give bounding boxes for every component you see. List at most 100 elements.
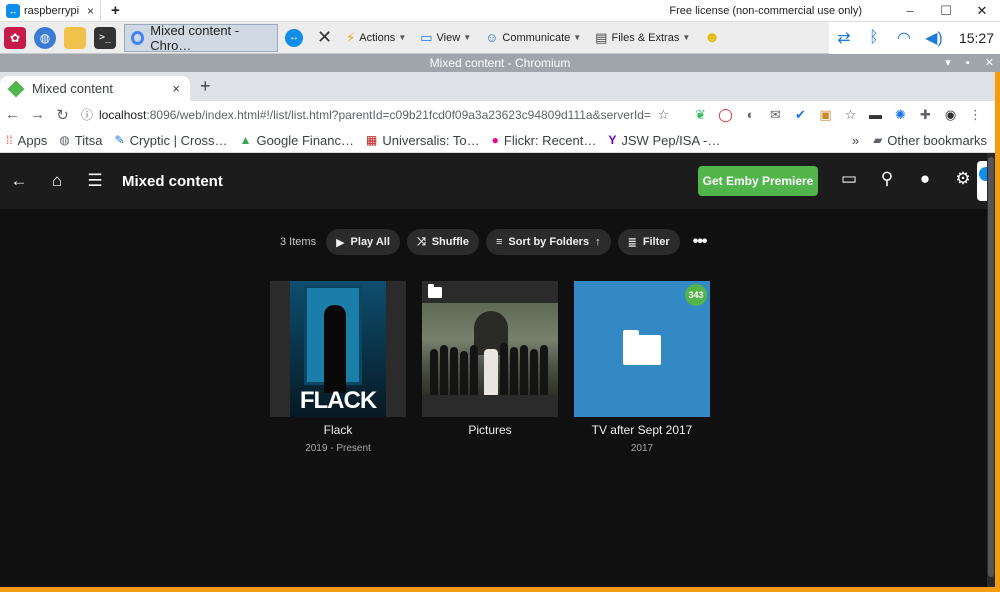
tab-title: Mixed content [32, 81, 113, 96]
clock[interactable]: 15:27 [959, 30, 994, 46]
item-count: 3 Items [280, 236, 317, 248]
bookmark-apps[interactable]: ⁞⁞ Apps [0, 133, 53, 148]
cast-icon[interactable]: ▭ [830, 169, 868, 189]
shield-extension-icon[interactable]: ✺ [888, 107, 913, 123]
card-title[interactable]: Pictures [422, 423, 558, 437]
card-title[interactable]: Flack [270, 423, 406, 437]
teamviewer-session-tab[interactable]: ↔ raspberrypi × [0, 0, 102, 22]
puzzle-icon[interactable]: ✚ [913, 107, 938, 123]
poster-pictures[interactable] [422, 281, 558, 417]
raspberry-menu-button[interactable]: ✿ [0, 23, 30, 53]
maximize-button[interactable]: ☐ [928, 3, 964, 19]
teamviewer-logo[interactable]: ↔ [278, 24, 310, 52]
browser-launcher[interactable]: ◍ [30, 23, 60, 53]
sort-button[interactable]: ≡ Sort by Folders ↑ [485, 229, 611, 255]
close-window-button[interactable]: ✕ [964, 3, 1000, 19]
list-toolbar: 3 Items ▶ Play All ⤨ Shuffle ≡ Sort by Fold… [280, 229, 708, 255]
bluetooth-icon[interactable]: ᛒ [859, 29, 889, 47]
screen-extension-icon[interactable]: ▬ [863, 107, 888, 122]
sort-icon: ≡ [495, 236, 503, 248]
reload-icon[interactable]: ↻ [50, 106, 75, 124]
chromium-taskbar-window[interactable]: Mixed content - Chro… [124, 23, 278, 53]
communicate-label: Communicate [502, 31, 571, 44]
teamviewer-tray-icon[interactable]: ⇄ [829, 28, 859, 48]
bookmark-titsa[interactable]: ◍ Titsa [53, 133, 108, 148]
toolbox-extension-icon[interactable]: ▣ [813, 107, 838, 123]
bookmark-cryptic[interactable]: ✎ Cryptic | Cross… [109, 133, 234, 148]
media-card-flack[interactable]: FLACK Flack 2019 - Present [270, 281, 406, 454]
media-card-pictures[interactable]: Pictures [422, 281, 558, 437]
globe-icon: ◍ [59, 133, 70, 147]
shuffle-icon: ⤨ [416, 235, 426, 248]
bookmark-flickr[interactable]: ● Flickr: Recent… [486, 133, 603, 148]
close-icon: ✕ [317, 27, 333, 47]
forward-arrow-icon[interactable]: → [25, 106, 50, 123]
actions-menu[interactable]: ⚡ Actions ▼ [339, 24, 413, 52]
gmail-extension-icon[interactable]: ✉ [763, 107, 788, 123]
chrome-toolbar: ← → ↻ ⓘ localhost :8096/web/index.html#!… [0, 101, 995, 128]
terminal-launcher[interactable]: >_ [90, 23, 120, 53]
emby-header: ← ⌂ ☰ Mixed content Get Emby Premiere ▭ … [0, 153, 995, 209]
minimize-button[interactable]: – [892, 3, 928, 18]
media-card-tv-after-sept-2017[interactable]: 343 TV after Sept 2017 2017 [574, 281, 710, 454]
shuffle-button[interactable]: ⤨ Shuffle [406, 229, 479, 255]
more-options-button[interactable]: ••• [693, 233, 708, 251]
cryptic-icon: ✎ [114, 133, 125, 147]
poster-flack[interactable]: FLACK [270, 281, 406, 417]
bookmark-label: Titsa [74, 132, 103, 148]
opera-extension-icon[interactable]: ◯ [713, 107, 738, 123]
files-extras-menu[interactable]: ▤ Files & Extras ▼ [588, 24, 697, 52]
check-extension-icon[interactable]: ✔ [788, 107, 813, 123]
file-manager-launcher[interactable] [60, 23, 90, 53]
star-extension-icon[interactable]: ☆ [838, 107, 863, 123]
bookmark-jsw[interactable]: Y JSW Pep/ISA -… [602, 133, 726, 148]
lightning-icon: ⚡ [346, 29, 356, 45]
yahoo-icon: Y [608, 133, 617, 147]
poster-tv-folder[interactable]: 343 [574, 281, 710, 417]
chrome-tab[interactable]: Mixed content × [0, 76, 190, 101]
user-icon[interactable]: ● [906, 169, 944, 189]
profile-avatar-icon[interactable]: ◉ [938, 107, 963, 123]
bookmark-universalis[interactable]: ▦ Universalis: To… [360, 133, 486, 148]
volume-icon[interactable]: ◀) [919, 28, 949, 48]
close-tab-icon[interactable]: × [172, 81, 180, 96]
home-icon[interactable]: ⌂ [38, 171, 76, 191]
view-menu[interactable]: ▭ View ▼ [413, 24, 478, 52]
play-all-label: Play All [350, 236, 390, 248]
bookmark-google-finance[interactable]: ▲ Google Financ… [234, 133, 360, 148]
chromium-close-button[interactable]: ✕ [985, 57, 994, 69]
emoji-button[interactable]: ☻ [697, 24, 727, 52]
poster-title-text: FLACK [299, 387, 377, 414]
card-title[interactable]: TV after Sept 2017 [574, 423, 710, 437]
page-title: Mixed content [122, 172, 223, 190]
filter-button[interactable]: ≣ Filter [617, 229, 680, 255]
search-icon[interactable]: ⚲ [868, 169, 906, 189]
close-connection-button[interactable]: ✕ [310, 24, 339, 52]
chromium-maximize-button[interactable]: ▪ [966, 57, 970, 69]
page-scrollbar[interactable] [987, 153, 995, 587]
raspberry-icon: ✿ [4, 26, 26, 49]
info-icon[interactable]: ⓘ [81, 106, 93, 123]
new-session-button[interactable]: + [101, 2, 130, 19]
bookmark-star-icon[interactable]: ☆ [651, 107, 676, 123]
evernote-extension-icon[interactable]: ❦ [688, 107, 713, 123]
other-bookmarks-folder[interactable]: ▰ Other bookmarks [867, 133, 995, 148]
close-tab-icon[interactable]: × [87, 4, 94, 18]
bookmarks-overflow-button[interactable]: » [844, 133, 867, 148]
wifi-icon[interactable]: ◠ [889, 28, 919, 48]
poster-figure [324, 305, 346, 393]
menu-icon[interactable]: ☰ [76, 171, 114, 191]
photo-bride [484, 349, 498, 395]
get-premiere-button[interactable]: Get Emby Premiere [698, 166, 818, 196]
smiley-icon: ☻ [704, 29, 721, 46]
address-bar[interactable]: ⓘ localhost :8096/web/index.html#!/list/… [81, 106, 651, 123]
back-arrow-icon[interactable]: ← [0, 106, 25, 123]
scrollbar-thumb[interactable] [988, 157, 994, 577]
play-all-button[interactable]: ▶ Play All [326, 229, 400, 255]
extension-badge-icon[interactable]: ◐ [738, 107, 763, 122]
kebab-menu-icon[interactable]: ⋮ [963, 107, 988, 123]
chromium-minimize-button[interactable]: ▾ [945, 57, 951, 69]
new-tab-button[interactable]: + [200, 76, 211, 97]
communicate-menu[interactable]: ☺ Communicate ▼ [478, 24, 588, 52]
back-arrow-icon[interactable]: ← [0, 171, 38, 191]
